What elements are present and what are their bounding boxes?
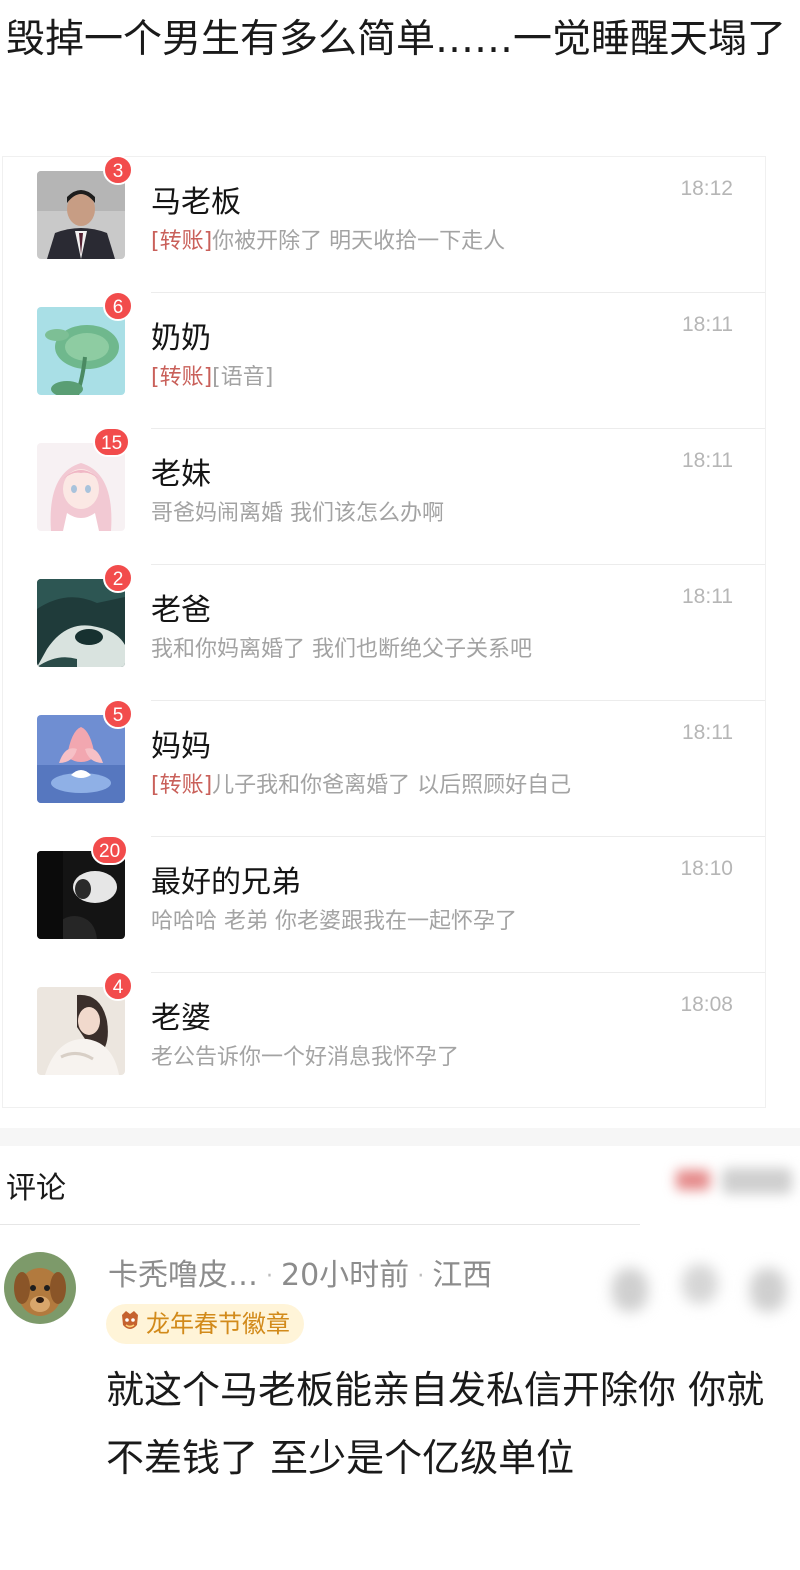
chat-name: 老爸 — [151, 593, 211, 628]
blurred-sort-control[interactable] — [670, 1160, 800, 1204]
chat-name: 老婆 — [151, 1001, 211, 1036]
landscape-avatar[interactable] — [37, 579, 125, 667]
chat-time: 18:11 — [682, 585, 733, 608]
unread-badge: 15 — [93, 427, 131, 457]
chat-row[interactable]: 6 奶奶 18:11 [转账][语音] — [3, 291, 765, 429]
comment-text: 就这个马老板能亲自发私信开除你 你就不差钱了 至少是个亿级单位 — [106, 1368, 765, 1480]
chat-row[interactable]: 5 妈妈 18:11 [转账]儿子我和你爸离婚了 以后照顾好自己 — [3, 699, 765, 837]
chat-preview: [转账]儿子我和你爸离婚了 以后照顾好自己 — [151, 767, 571, 799]
unread-badge: 20 — [91, 835, 129, 865]
dog-avatar[interactable] — [4, 1252, 76, 1324]
chat-name: 妈妈 — [151, 729, 211, 764]
chat-name: 最好的兄弟 — [151, 865, 301, 900]
preview-text: 老公告诉你一个好消息我怀孕了 — [151, 1045, 460, 1070]
chat-name: 老妹 — [151, 457, 211, 492]
section-divider — [0, 1128, 800, 1146]
transfer-tag: [转账] — [151, 365, 213, 390]
festival-badge[interactable]: 龙年春节徽章 — [106, 1304, 304, 1344]
chat-preview: [转账][语音] — [151, 359, 273, 391]
unread-badge: 2 — [103, 563, 133, 593]
comment-meta: 卡秃噜皮… · 20小时前 · 江西 — [108, 1250, 492, 1294]
badge-label: 龙年春节徽章 — [146, 1310, 290, 1338]
blurred-comment-actions[interactable] — [600, 1258, 800, 1322]
chat-preview: 哈哈哈 老弟 你老婆跟我在一起怀孕了 — [151, 903, 517, 935]
comment-location: 江西 — [432, 1258, 493, 1293]
preview-text: 哈哈哈 老弟 你老婆跟我在一起怀孕了 — [151, 909, 517, 934]
chat-row[interactable]: 15 老妹 18:11 哥爸妈闹离婚 我们该怎么办啊 — [3, 427, 765, 565]
unread-badge: 6 — [103, 291, 133, 321]
preview-text: 我和你妈离婚了 我们也断绝父子关系吧 — [151, 637, 532, 662]
chat-time: 18:11 — [682, 449, 733, 472]
preview-text: 你被开除了 明天收拾一下走人 — [212, 229, 506, 254]
chat-list: 3 马老板 18:12 [转账]你被开除了 明天收拾一下走人 6 奶奶 18:1… — [2, 155, 766, 1109]
chat-row[interactable]: 3 马老板 18:12 [转账]你被开除了 明天收拾一下走人 — [3, 155, 765, 293]
post-title: 毁掉一个男生有多么简单……一觉睡醒天塌了 — [6, 17, 787, 62]
lotus-leaf-avatar[interactable] — [37, 307, 125, 395]
chat-preview: [转账]你被开除了 明天收拾一下走人 — [151, 223, 505, 255]
unread-badge: 3 — [103, 155, 133, 185]
chat-time: 18:08 — [680, 993, 733, 1016]
chat-name: 奶奶 — [151, 321, 211, 356]
separator-dot: · — [417, 1264, 425, 1289]
comment-author[interactable]: 卡秃噜皮… — [108, 1258, 258, 1293]
comment-time: 20小时前 — [281, 1258, 410, 1293]
chat-preview: 老公告诉你一个好消息我怀孕了 — [151, 1039, 459, 1071]
lotus-flower-avatar[interactable] — [37, 715, 125, 803]
unread-badge: 5 — [103, 699, 133, 729]
comments-title: 评论 — [6, 1171, 66, 1206]
chat-preview: 哥爸妈闹离婚 我们该怎么办啊 — [151, 495, 444, 527]
chat-time: 18:11 — [682, 721, 733, 744]
chat-time: 18:12 — [680, 177, 733, 200]
preview-text: 儿子我和你爸离婚了 以后照顾好自己 — [212, 773, 572, 798]
chat-preview: 我和你妈离婚了 我们也断绝父子关系吧 — [151, 631, 532, 663]
woman-photo-avatar[interactable] — [37, 987, 125, 1075]
chat-time: 18:11 — [682, 313, 733, 336]
preview-text: [语音] — [212, 365, 274, 390]
dragon-icon — [118, 1305, 142, 1345]
transfer-tag: [转账] — [151, 229, 213, 254]
chat-row[interactable]: 2 老爸 18:11 我和你妈离婚了 我们也断绝父子关系吧 — [3, 563, 765, 701]
preview-text: 哥爸妈闹离婚 我们该怎么办啊 — [151, 501, 444, 526]
chat-name: 马老板 — [151, 185, 241, 220]
divider — [0, 1224, 640, 1225]
unread-badge: 4 — [103, 971, 133, 1001]
transfer-tag: [转账] — [151, 773, 213, 798]
chat-time: 18:10 — [680, 857, 733, 880]
businessman-avatar[interactable] — [37, 171, 125, 259]
separator-dot: · — [266, 1264, 273, 1289]
chat-row[interactable]: 4 老婆 18:08 老公告诉你一个好消息我怀孕了 — [3, 971, 765, 1109]
chat-row[interactable]: 20 最好的兄弟 18:10 哈哈哈 老弟 你老婆跟我在一起怀孕了 — [3, 835, 765, 973]
